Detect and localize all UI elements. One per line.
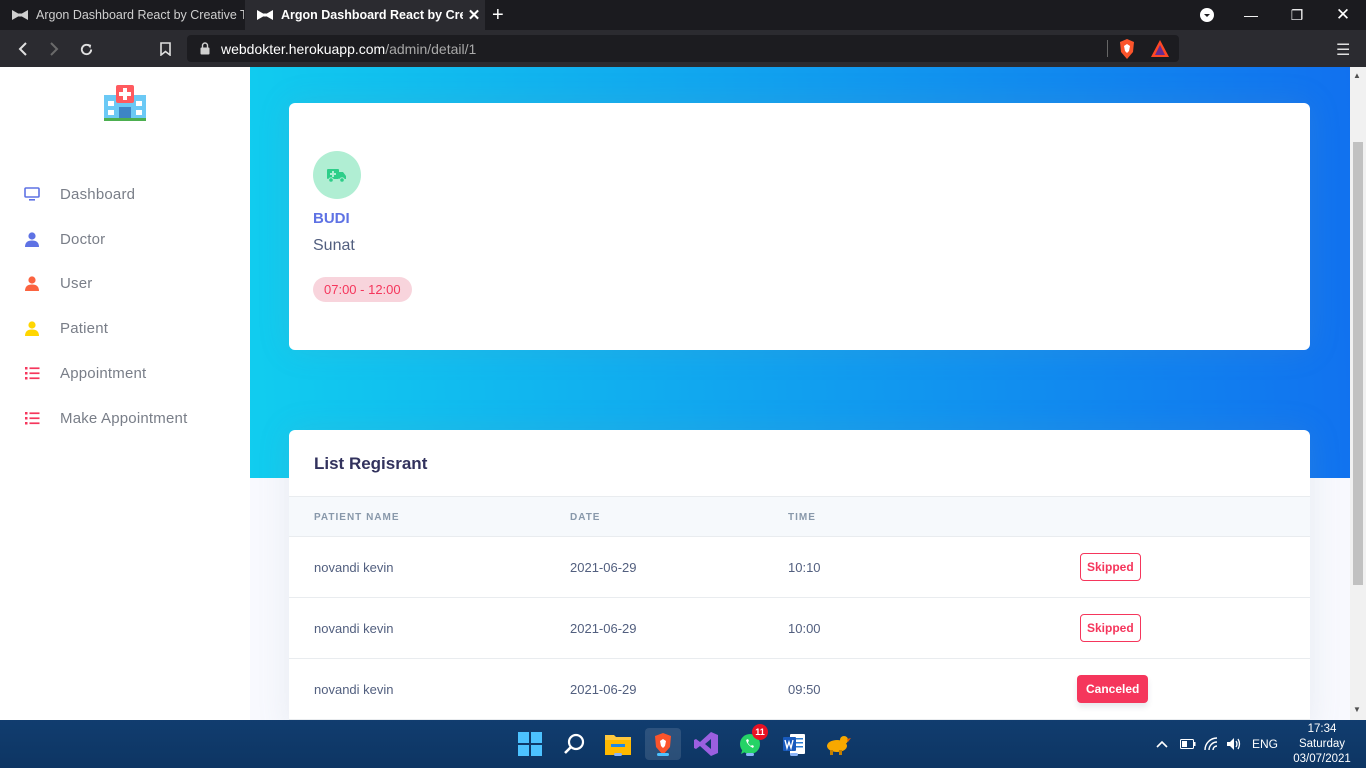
file-explorer-icon[interactable] — [602, 728, 634, 760]
app-icon[interactable] — [822, 728, 854, 760]
profile-dropdown-icon[interactable] — [1184, 0, 1230, 30]
forward-icon[interactable] — [43, 38, 65, 60]
address-bar[interactable]: webdokter.herokuapp.com/admin/detail/1 — [187, 35, 1179, 62]
user-icon — [24, 275, 40, 291]
url-host: webdokter.herokuapp.com — [221, 41, 386, 57]
canceled-status-button[interactable]: Canceled — [1077, 675, 1149, 703]
user-icon — [24, 320, 40, 336]
restore-icon[interactable]: ❐ — [1274, 0, 1320, 30]
show-hidden-icons[interactable] — [1156, 720, 1168, 768]
page-scrollbar[interactable]: ▲ ▼ — [1350, 67, 1366, 720]
monitor-icon — [24, 186, 40, 202]
taskbar: 11 ENG 17:34 Saturday 03/07/2021 — [0, 720, 1366, 768]
clock-date: 03/07/2021 — [1293, 753, 1351, 765]
scroll-up-icon[interactable]: ▲ — [1353, 71, 1361, 80]
bookmark-icon[interactable] — [154, 38, 176, 60]
doctor-name: BUDI — [313, 210, 350, 227]
list-icon — [24, 410, 40, 426]
tab-title: Argon Dashboard React by Creative Tim — [281, 8, 463, 22]
search-icon[interactable] — [558, 728, 590, 760]
language-indicator[interactable]: ENG — [1252, 720, 1278, 768]
sidebar-item-label: Make Appointment — [60, 409, 188, 427]
brave-taskbar-icon[interactable] — [645, 728, 681, 760]
sidebar-item-label: Dashboard — [60, 185, 136, 203]
browser-tab-strip: Argon Dashboard React by Creative Tim Ar… — [0, 0, 1366, 30]
close-window-icon[interactable]: ✕ — [1320, 0, 1366, 30]
divider — [1107, 40, 1108, 57]
registrant-list-card: List Regisrant PATIENT NAME DATE TIME no… — [289, 430, 1310, 730]
scrollbar-thumb[interactable] — [1353, 142, 1363, 585]
tab-title: Argon Dashboard React by Creative Tim — [36, 8, 244, 22]
active-indicator — [657, 753, 669, 756]
browser-tab[interactable]: Argon Dashboard React by Creative Tim — [0, 0, 244, 30]
back-icon[interactable] — [12, 38, 34, 60]
running-indicator — [614, 753, 622, 756]
clock-time: 17:34 — [1307, 723, 1337, 735]
sidebar-item-user[interactable]: User — [0, 263, 250, 303]
time-cell: 09:50 — [788, 682, 821, 697]
visual-studio-icon[interactable] — [690, 728, 722, 760]
sidebar: Dashboard Doctor User Patient Appointmen… — [0, 67, 250, 720]
sidebar-item-appointment[interactable]: Appointment — [0, 353, 250, 393]
sidebar-item-patient[interactable]: Patient — [0, 308, 250, 348]
list-icon — [24, 365, 40, 381]
running-indicator — [746, 753, 754, 756]
date-cell: 2021-06-29 — [570, 682, 637, 697]
sidebar-item-label: User — [60, 274, 93, 292]
brave-rewards-icon[interactable] — [1151, 40, 1169, 57]
table-header: PATIENT NAME DATE TIME — [289, 496, 1310, 537]
skipped-status-button[interactable]: Skipped — [1080, 553, 1141, 581]
clock-day: Saturday — [1298, 738, 1346, 750]
date-cell: 2021-06-29 — [570, 560, 637, 575]
windows-start-icon[interactable] — [514, 728, 546, 760]
schedule-badge: 07:00 - 12:00 — [313, 277, 412, 302]
word-icon[interactable] — [778, 728, 810, 760]
brave-shield-icon[interactable] — [1118, 39, 1136, 59]
column-header[interactable]: TIME — [788, 512, 816, 523]
sidebar-item-label: Doctor — [60, 230, 106, 248]
doctor-specialty: Sunat — [313, 237, 355, 254]
user-icon — [24, 231, 40, 247]
minimize-icon[interactable]: — — [1228, 0, 1274, 30]
sidebar-item-make-appointment[interactable]: Make Appointment — [0, 398, 250, 438]
patient-name-cell: novandi kevin — [314, 621, 394, 636]
table-row: novandi kevin 2021-06-29 10:10 Skipped — [289, 537, 1310, 598]
new-tab-icon[interactable]: + — [492, 4, 504, 27]
menu-icon[interactable]: ☰ — [1336, 40, 1350, 60]
sidebar-item-label: Patient — [60, 319, 109, 337]
time-cell: 10:00 — [788, 621, 821, 636]
hospital-logo-icon[interactable] — [104, 85, 146, 121]
column-header[interactable]: PATIENT NAME — [314, 512, 400, 523]
skipped-status-button[interactable]: Skipped — [1080, 614, 1141, 642]
sidebar-item-label: Appointment — [60, 364, 147, 382]
wifi-icon[interactable] — [1204, 720, 1220, 768]
close-tab-icon[interactable]: ✕ — [463, 6, 485, 24]
scroll-down-icon[interactable]: ▼ — [1353, 705, 1361, 714]
volume-icon[interactable] — [1226, 720, 1242, 768]
date-cell: 2021-06-29 — [570, 621, 637, 636]
ambulance-icon — [313, 151, 361, 199]
notification-badge: 11 — [752, 724, 768, 740]
column-header[interactable]: DATE — [570, 512, 600, 523]
patient-name-cell: novandi kevin — [314, 560, 394, 575]
battery-icon[interactable] — [1180, 720, 1196, 768]
sidebar-item-doctor[interactable]: Doctor — [0, 219, 250, 259]
bowtie-icon — [257, 10, 273, 20]
table-row: novandi kevin 2021-06-29 10:00 Skipped — [289, 598, 1310, 659]
patient-name-cell: novandi kevin — [314, 682, 394, 697]
bowtie-icon — [12, 10, 28, 20]
url-path: /admin/detail/1 — [385, 41, 477, 57]
whatsapp-icon[interactable]: 11 — [734, 724, 768, 760]
time-cell: 10:10 — [788, 560, 821, 575]
doctor-detail-card: BUDI Sunat 07:00 - 12:00 — [289, 103, 1310, 350]
running-indicator — [790, 753, 798, 756]
browser-tab-active[interactable]: Argon Dashboard React by Creative Tim ✕ — [245, 0, 485, 30]
card-title: List Regisrant — [314, 454, 428, 473]
lock-icon — [200, 42, 210, 55]
sidebar-item-dashboard[interactable]: Dashboard — [0, 174, 250, 214]
system-clock[interactable]: 17:34 Saturday 03/07/2021 — [1282, 722, 1362, 767]
table-row: novandi kevin 2021-06-29 09:50 Canceled — [289, 659, 1310, 720]
url-text: webdokter.herokuapp.com/admin/detail/1 — [221, 41, 476, 57]
reload-icon[interactable] — [75, 38, 97, 60]
